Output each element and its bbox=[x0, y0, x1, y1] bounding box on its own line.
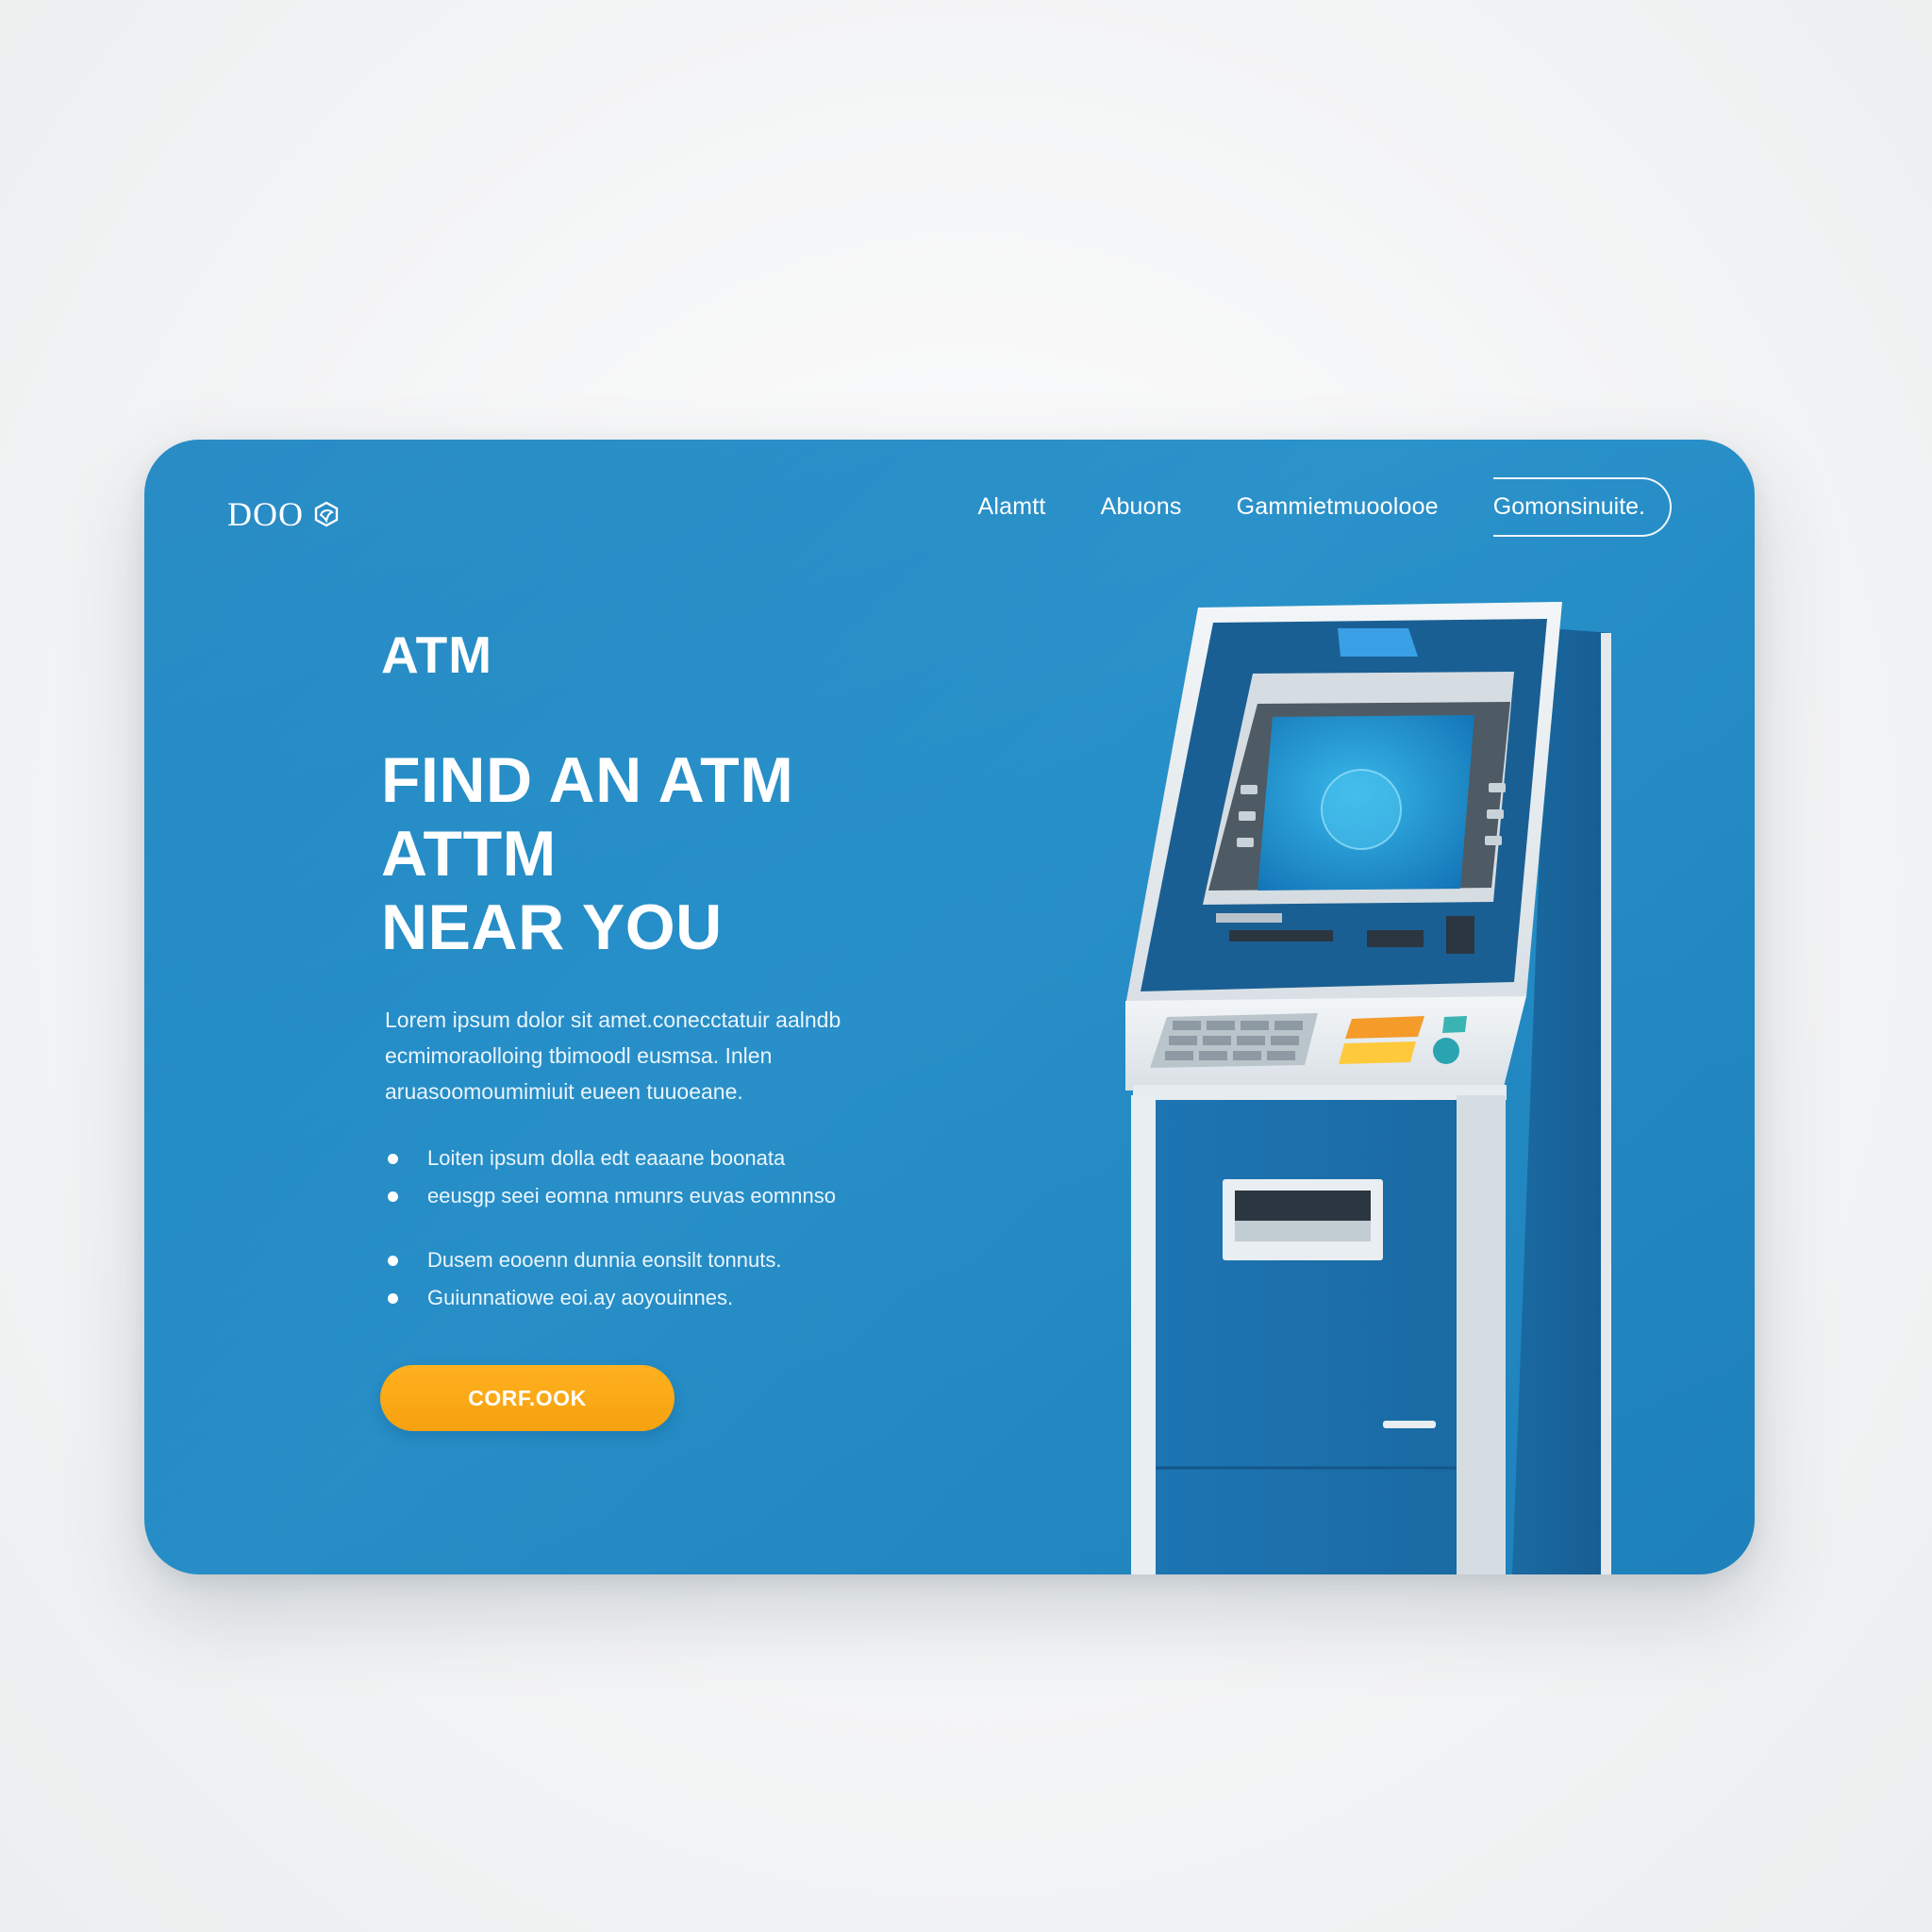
hero-card: DOO Alamtt Abuons Gammietmuoolooe Gomons… bbox=[144, 440, 1755, 1574]
atm-receipt-slot bbox=[1229, 930, 1333, 941]
atm-side-edge bbox=[1601, 633, 1611, 1574]
atm-frame-right bbox=[1457, 1095, 1506, 1574]
atm-key-orange bbox=[1345, 1016, 1424, 1039]
atm-machine-illustration bbox=[1125, 602, 1611, 1574]
atm-pinpad-disc bbox=[1433, 1038, 1459, 1064]
atm-top-light bbox=[1338, 628, 1418, 657]
atm-key-yellow bbox=[1339, 1041, 1416, 1064]
atm-cabinet bbox=[1156, 1100, 1457, 1574]
atm-card-slot bbox=[1367, 930, 1424, 947]
page: DOO Alamtt Abuons Gammietmuoolooe Gomons… bbox=[0, 0, 1932, 1932]
atm-handle bbox=[1383, 1421, 1436, 1428]
atm-frame-left bbox=[1131, 1095, 1156, 1574]
